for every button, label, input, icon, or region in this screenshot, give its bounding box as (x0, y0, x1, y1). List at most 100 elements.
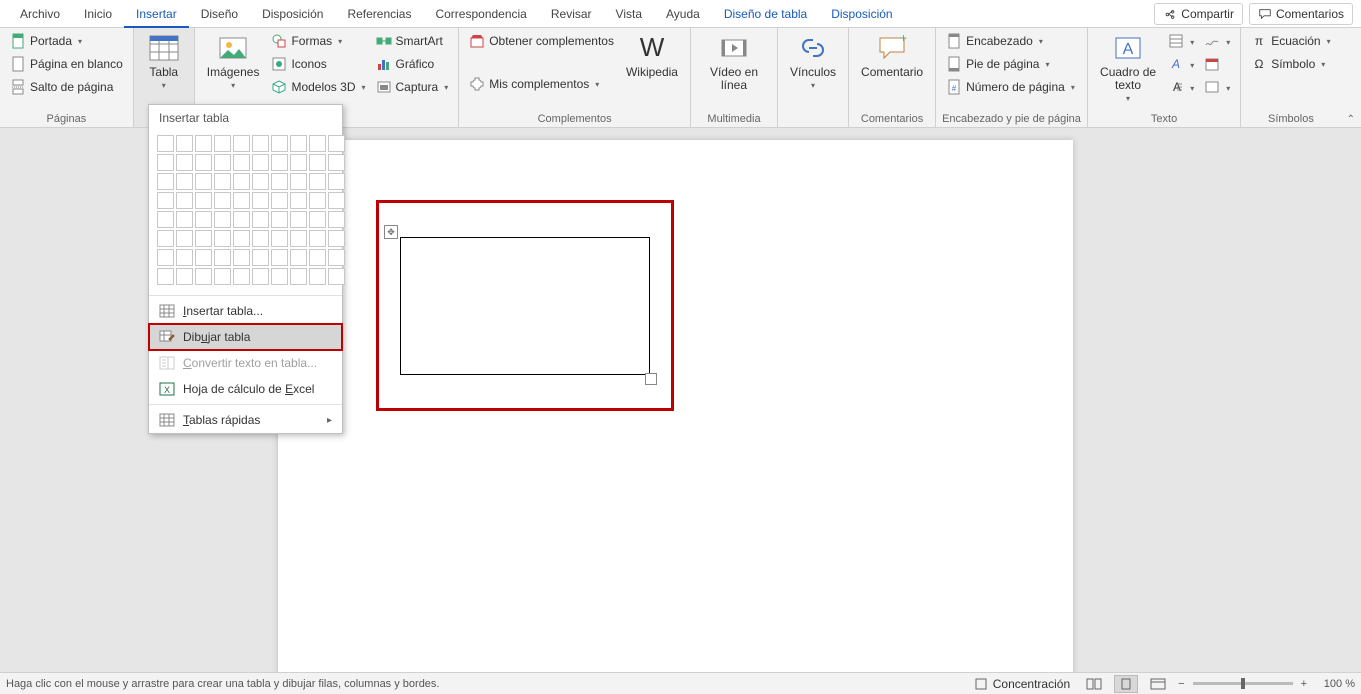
menu-insertar-tabla[interactable]: Insertar tabla... (149, 298, 342, 324)
focus-mode-button[interactable]: Concentración (969, 675, 1074, 693)
cmd-wordart[interactable]: A (1164, 53, 1198, 75)
grid-cell[interactable] (252, 154, 269, 171)
cmd-numero-pagina[interactable]: #Número de página (942, 76, 1079, 98)
zoom-in[interactable]: + (1301, 678, 1307, 690)
grid-cell[interactable] (290, 173, 307, 190)
cmd-obtener-complementos[interactable]: Obtener complementos (465, 30, 618, 52)
cmd-dropcap[interactable]: A (1164, 76, 1198, 98)
cmd-object[interactable] (1200, 76, 1234, 98)
grid-cell[interactable] (195, 230, 212, 247)
tab-diseno[interactable]: Diseño (189, 0, 250, 28)
grid-cell[interactable] (328, 211, 345, 228)
cmd-simbolo[interactable]: ΩSímbolo (1247, 53, 1334, 75)
grid-cell[interactable] (233, 249, 250, 266)
view-web[interactable] (1146, 675, 1170, 693)
grid-cell[interactable] (195, 173, 212, 190)
cmd-captura[interactable]: Captura (372, 76, 453, 98)
cmd-grafico[interactable]: Gráfico (372, 53, 453, 75)
grid-cell[interactable] (309, 173, 326, 190)
tab-ayuda[interactable]: Ayuda (654, 0, 712, 28)
grid-cell[interactable] (176, 230, 193, 247)
grid-cell[interactable] (252, 249, 269, 266)
tab-referencias[interactable]: Referencias (335, 0, 423, 28)
grid-cell[interactable] (309, 211, 326, 228)
cmd-signature[interactable] (1200, 30, 1234, 52)
grid-cell[interactable] (252, 268, 269, 285)
comments-button[interactable]: Comentarios (1249, 3, 1353, 25)
grid-cell[interactable] (309, 154, 326, 171)
cmd-salto-pagina[interactable]: Salto de página (6, 76, 127, 98)
tab-diseno-tabla[interactable]: Diseño de tabla (712, 0, 819, 28)
grid-cell[interactable] (157, 211, 174, 228)
zoom-slider[interactable] (1193, 682, 1293, 685)
grid-cell[interactable] (195, 249, 212, 266)
tab-insertar[interactable]: Insertar (124, 0, 189, 28)
grid-cell[interactable] (309, 268, 326, 285)
grid-cell[interactable] (309, 230, 326, 247)
cmd-formas[interactable]: Formas (267, 30, 369, 52)
grid-cell[interactable] (271, 173, 288, 190)
grid-cell[interactable] (157, 135, 174, 152)
grid-cell[interactable] (290, 230, 307, 247)
grid-cell[interactable] (214, 268, 231, 285)
cmd-cuadro-texto[interactable]: A Cuadro de texto ▾ (1094, 30, 1162, 105)
grid-cell[interactable] (176, 249, 193, 266)
grid-cell[interactable] (214, 173, 231, 190)
grid-cell[interactable] (176, 173, 193, 190)
grid-cell[interactable] (252, 230, 269, 247)
grid-cell[interactable] (195, 135, 212, 152)
cmd-comentario[interactable]: + Comentario (855, 30, 929, 81)
grid-cell[interactable] (252, 192, 269, 209)
grid-cell[interactable] (271, 211, 288, 228)
grid-cell[interactable] (328, 154, 345, 171)
grid-cell[interactable] (195, 154, 212, 171)
cmd-imagenes[interactable]: Imágenes ▾ (201, 30, 266, 92)
menu-hoja-excel[interactable]: X Hoja de cálculo de Excel (149, 376, 342, 402)
zoom-out[interactable]: − (1178, 678, 1184, 690)
grid-cell[interactable] (214, 230, 231, 247)
grid-cell[interactable] (214, 135, 231, 152)
cmd-quickparts[interactable] (1164, 30, 1198, 52)
view-print[interactable] (1114, 675, 1138, 693)
grid-cell[interactable] (195, 211, 212, 228)
grid-cell[interactable] (328, 268, 345, 285)
view-read[interactable] (1082, 675, 1106, 693)
cmd-wikipedia[interactable]: W Wikipedia (620, 30, 684, 81)
cmd-datetime[interactable] (1200, 53, 1234, 75)
grid-cell[interactable] (271, 230, 288, 247)
grid-cell[interactable] (252, 173, 269, 190)
cmd-modelos3d[interactable]: Modelos 3D (267, 76, 369, 98)
grid-cell[interactable] (233, 268, 250, 285)
grid-cell[interactable] (157, 192, 174, 209)
grid-cell[interactable] (157, 173, 174, 190)
tab-disposicion[interactable]: Disposición (250, 0, 335, 28)
share-button[interactable]: Compartir (1154, 3, 1243, 25)
grid-cell[interactable] (328, 249, 345, 266)
cmd-portada[interactable]: Portada (6, 30, 127, 52)
collapse-ribbon[interactable]: ⌃ (1341, 112, 1361, 127)
menu-tablas-rapidas[interactable]: Tablas rápidas ▸ (149, 407, 342, 433)
grid-cell[interactable] (271, 249, 288, 266)
grid-cell[interactable] (195, 268, 212, 285)
grid-cell[interactable] (176, 268, 193, 285)
grid-cell[interactable] (328, 135, 345, 152)
tab-disposicion-tabla[interactable]: Disposición (819, 0, 904, 28)
grid-cell[interactable] (214, 249, 231, 266)
grid-cell[interactable] (290, 249, 307, 266)
grid-cell[interactable] (252, 211, 269, 228)
cmd-smartart[interactable]: SmartArt (372, 30, 453, 52)
grid-cell[interactable] (176, 154, 193, 171)
grid-cell[interactable] (309, 249, 326, 266)
grid-cell[interactable] (309, 135, 326, 152)
grid-cell[interactable] (195, 192, 212, 209)
zoom-level[interactable]: 100 % (1315, 678, 1355, 690)
grid-cell[interactable] (328, 173, 345, 190)
grid-cell[interactable] (233, 192, 250, 209)
grid-cell[interactable] (233, 173, 250, 190)
cmd-tabla[interactable]: Tabla ▾ (140, 30, 188, 92)
grid-cell[interactable] (328, 230, 345, 247)
cmd-ecuacion[interactable]: πEcuación (1247, 30, 1334, 52)
tab-inicio[interactable]: Inicio (72, 0, 124, 28)
grid-cell[interactable] (252, 135, 269, 152)
grid-cell[interactable] (214, 154, 231, 171)
